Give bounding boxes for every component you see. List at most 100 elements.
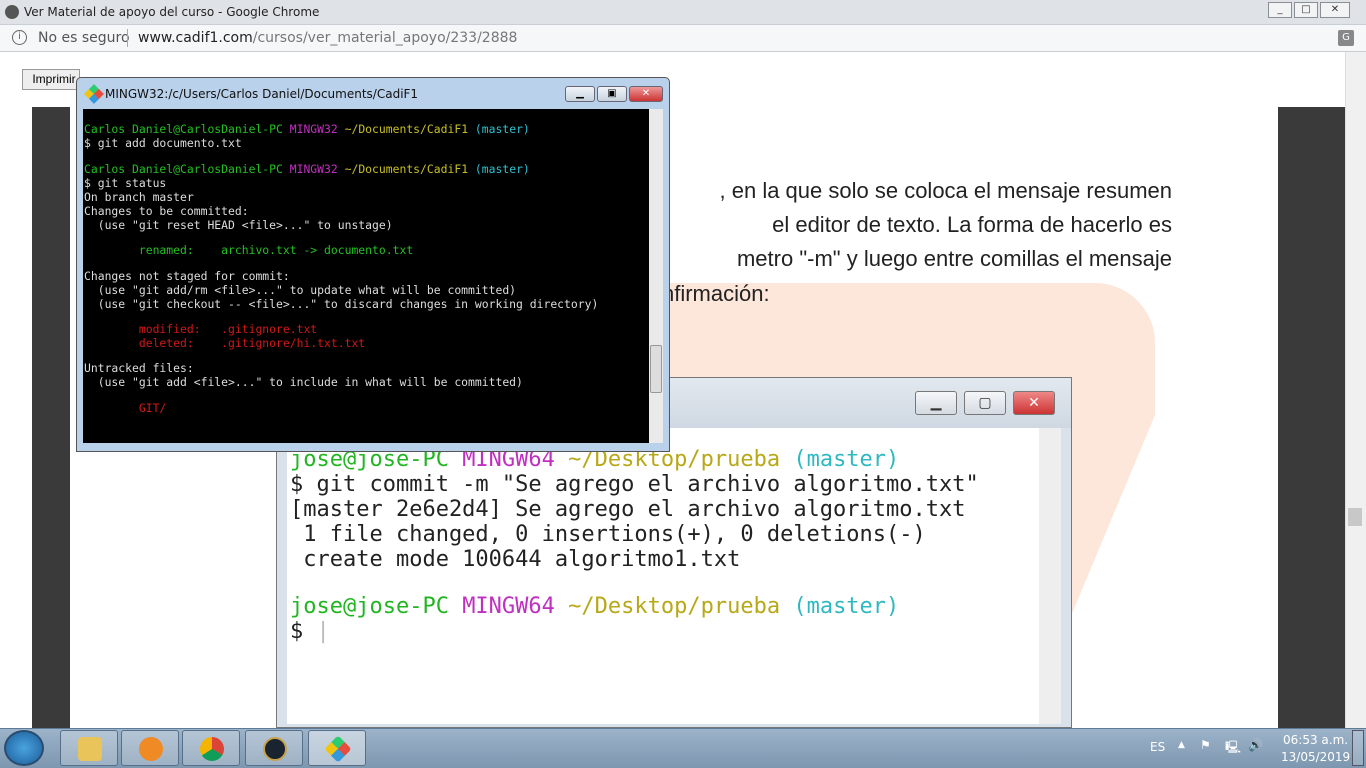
terminal-line: (use "git add <file>..." to include in w…	[84, 375, 649, 389]
minimize-button[interactable]: ▁	[565, 86, 595, 102]
terminal-text: (master)	[793, 447, 900, 472]
maximize-button[interactable]: ▣	[597, 86, 627, 102]
show-desktop-button[interactable]	[1352, 730, 1364, 766]
terminal-text: (use "git add/rm <file>..." to update wh…	[84, 282, 517, 297]
terminal-text: renamed: archivo.txt -> documento.txt	[84, 243, 414, 258]
terminal-line: Changes not staged for commit:	[84, 269, 649, 283]
terminal-line: [master 2e6e2d4] Se agrego el archivo al…	[290, 497, 1039, 522]
action-center-flag-icon[interactable]: ⚑	[1200, 738, 1211, 752]
terminal-line: (use "git add/rm <file>..." to update wh…	[84, 283, 649, 297]
terminal-line: $ |	[290, 619, 1039, 644]
info-icon[interactable]: i	[12, 30, 27, 45]
translate-icon[interactable]: G	[1338, 30, 1354, 46]
security-label[interactable]: No es seguro	[38, 30, 130, 46]
terminal-line: 1 file changed, 0 insertions(+), 0 delet…	[290, 522, 1039, 547]
start-button[interactable]	[4, 730, 44, 766]
git-bash-icon	[84, 84, 104, 104]
terminal-line: jose@jose-PC MINGW64 ~/Desktop/prueba (m…	[290, 594, 1039, 619]
terminal-text: ~/Desktop/prueba	[568, 594, 794, 619]
taskbar-media-player[interactable]	[121, 730, 179, 766]
taskbar-league-of-legends[interactable]	[245, 730, 303, 766]
terminal-line: create mode 100644 algoritmo1.txt	[290, 547, 1039, 572]
terminal-text: (master)	[474, 122, 530, 137]
chrome-icon	[200, 737, 224, 761]
terminal-text: jose@jose-PC	[290, 594, 463, 619]
taskbar-git-bash[interactable]	[308, 730, 366, 766]
terminal-line: Untracked files:	[84, 361, 649, 375]
terminal-text: create mode 100644 algoritmo1.txt	[290, 547, 741, 572]
close-icon: ✕	[1013, 391, 1055, 415]
divider	[127, 29, 128, 47]
terminal-line: $ git status	[84, 176, 649, 190]
terminal-text: MINGW32	[289, 122, 345, 137]
address-bar[interactable]: i No es seguro www.cadif1.com/cursos/ver…	[0, 25, 1366, 52]
terminal-text: Changes to be committed:	[84, 203, 249, 218]
clock-date[interactable]: 13/05/2019	[1281, 750, 1350, 764]
terminal-text: ~/Documents/CadiF1	[344, 161, 475, 176]
terminal-output[interactable]: Carlos Daniel@CarlosDaniel-PC MINGW32 ~/…	[83, 109, 649, 443]
url-text[interactable]: www.cadif1.com/cursos/ver_material_apoyo…	[138, 30, 517, 46]
git-bash-title: MINGW32:/c/Users/Carlos Daniel/Documents…	[105, 87, 419, 101]
media-player-icon	[139, 737, 163, 761]
close-button[interactable]: ✕	[629, 86, 663, 102]
terminal-text: (use "git checkout -- <file>..." to disc…	[84, 296, 599, 311]
league-icon	[263, 737, 287, 761]
terminal-line: $ git add documento.txt	[84, 136, 649, 150]
page-scrollbar[interactable]	[1345, 52, 1366, 728]
terminal-text: $	[290, 619, 317, 644]
terminal-text: Carlos Daniel@CarlosDaniel-PC	[84, 161, 290, 176]
close-button[interactable]: ✕	[1320, 2, 1350, 18]
browser-title-bar: Ver Material de apoyo del curso - Google…	[0, 0, 1366, 25]
terminal-text: Changes not staged for commit:	[84, 268, 290, 283]
taskbar-google-chrome[interactable]	[182, 730, 240, 766]
print-button[interactable]: Imprimir	[22, 69, 80, 90]
terminal-text: deleted: .gitignore/hi.txt.txt	[84, 335, 366, 350]
terminal-text: $ git status	[84, 175, 167, 190]
terminal-line: Carlos Daniel@CarlosDaniel-PC MINGW32 ~/…	[84, 122, 649, 136]
terminal-line: deleted: .gitignore/hi.txt.txt	[84, 336, 649, 350]
globe-icon	[5, 5, 19, 19]
terminal-line: modified: .gitignore.txt	[84, 322, 649, 336]
terminal-text: GIT/	[84, 400, 167, 415]
terminal-text: (master)	[474, 161, 530, 176]
url-host: www.cadif1.com	[138, 30, 253, 46]
clock-time[interactable]: 06:53 a.m.	[1283, 733, 1348, 747]
window-title: Ver Material de apoyo del curso - Google…	[24, 5, 320, 19]
terminal-text: On branch master	[84, 189, 194, 204]
embedded-terminal-text: jose@jose-PC MINGW64 ~/Desktop/prueba (m…	[287, 428, 1039, 724]
terminal-text: (use "git reset HEAD <file>..." to unsta…	[84, 217, 393, 232]
terminal-text: (master)	[793, 594, 900, 619]
page-scrollbar-thumb[interactable]	[1348, 508, 1362, 526]
network-icon[interactable]: 🖳	[1225, 738, 1241, 759]
minimize-icon: ▁	[915, 391, 957, 415]
taskbar-file-explorer[interactable]	[60, 730, 118, 766]
folder-icon	[78, 737, 102, 761]
terminal-text: MINGW32	[289, 161, 345, 176]
terminal-text: ~/Documents/CadiF1	[344, 122, 475, 137]
show-hidden-icons[interactable]: ▲	[1178, 740, 1185, 750]
terminal-scrollbar-thumb[interactable]	[650, 345, 662, 393]
terminal-line: GIT/	[84, 401, 649, 415]
page-side-left	[32, 107, 70, 728]
terminal-text: 1 file changed, 0 insertions(+), 0 delet…	[290, 522, 926, 547]
terminal-line: (use "git checkout -- <file>..." to disc…	[84, 297, 649, 311]
embedded-scrollbar	[1039, 428, 1061, 724]
maximize-button[interactable]: □	[1294, 2, 1318, 18]
terminal-text: Carlos Daniel@CarlosDaniel-PC	[84, 122, 290, 137]
git-bash-window[interactable]: MINGW32:/c/Users/Carlos Daniel/Documents…	[76, 77, 670, 452]
terminal-line: Carlos Daniel@CarlosDaniel-PC MINGW32 ~/…	[84, 162, 649, 176]
terminal-text: $ git add documento.txt	[84, 136, 242, 151]
volume-icon[interactable]: 🔊	[1248, 738, 1263, 752]
minimize-button[interactable]: _	[1268, 2, 1292, 18]
terminal-text: MINGW64	[462, 594, 569, 619]
terminal-line: renamed: archivo.txt -> documento.txt	[84, 243, 649, 257]
terminal-text: modified: .gitignore.txt	[84, 321, 318, 336]
git-bash-icon	[324, 735, 352, 763]
paragraph-line: nfirmación:	[662, 281, 770, 306]
language-indicator[interactable]: ES	[1150, 740, 1165, 754]
